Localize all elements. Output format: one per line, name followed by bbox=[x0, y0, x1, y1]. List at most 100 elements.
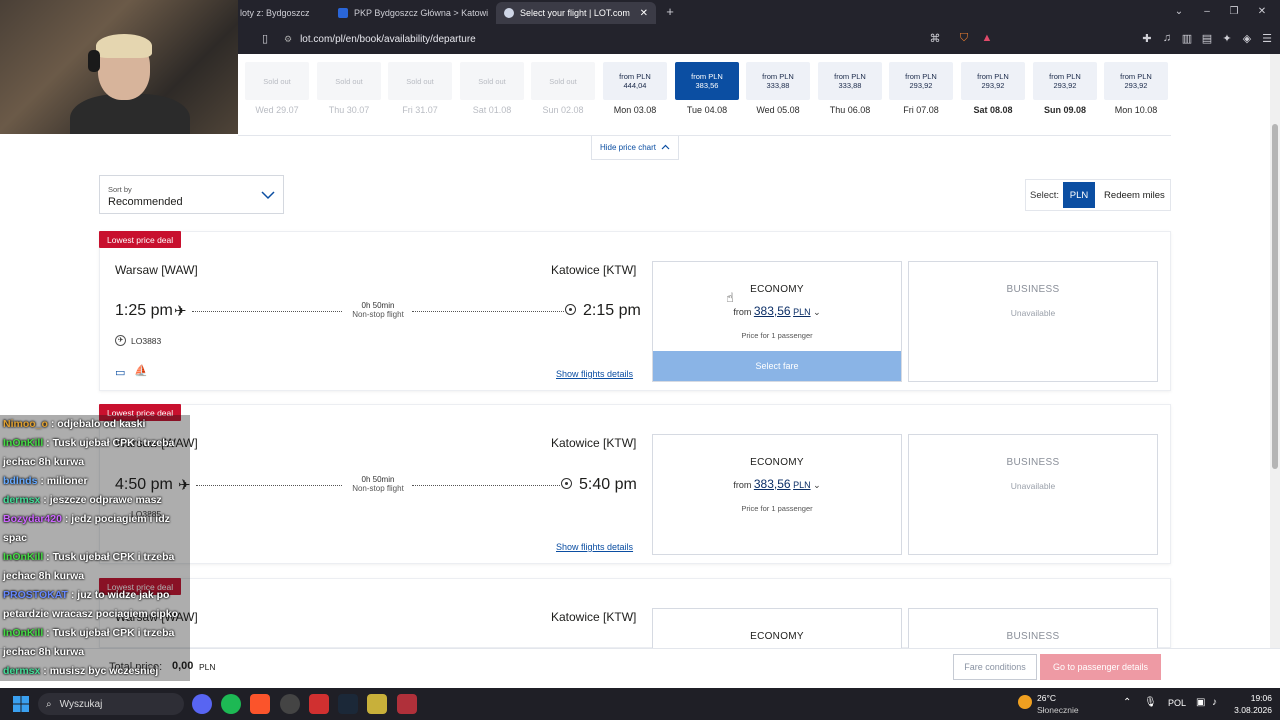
site-settings-icon[interactable]: ⚙ bbox=[284, 34, 292, 45]
extensions-icon[interactable]: ✚ bbox=[1140, 32, 1154, 45]
show-flight-details-link[interactable]: Show flights details bbox=[556, 542, 633, 552]
discord-icon[interactable] bbox=[192, 694, 212, 714]
clock-date[interactable]: 3.08.2026 bbox=[1222, 705, 1272, 715]
weather-sun-icon[interactable] bbox=[1018, 695, 1032, 709]
date-price-cell[interactable]: from PLN 333,88 bbox=[746, 62, 810, 100]
total-price-currency: PLN bbox=[199, 662, 216, 672]
pln-toggle[interactable]: PLN bbox=[1063, 182, 1096, 208]
redeem-miles-toggle[interactable]: Redeem miles bbox=[1104, 190, 1165, 201]
media-icon[interactable]: ♫ bbox=[1160, 32, 1174, 44]
webcam-person-body bbox=[70, 94, 190, 134]
tab-label: Select your flight | LOT.com bbox=[520, 8, 630, 18]
date-price-cell[interactable]: from PLN 444,04 bbox=[603, 62, 667, 100]
maximize-icon[interactable]: ❐ bbox=[1226, 6, 1242, 17]
date-price: 293,92 bbox=[1124, 81, 1148, 90]
brave-shield-icon[interactable]: ⛉ bbox=[957, 32, 971, 45]
leo-icon[interactable]: ✦ bbox=[1220, 32, 1234, 45]
date-price: 444,04 bbox=[623, 81, 647, 90]
network-icon[interactable]: ▣ bbox=[1196, 697, 1205, 708]
minimize-icon[interactable]: – bbox=[1199, 6, 1215, 17]
url-text[interactable]: lot.com/pl/en/book/availability/departur… bbox=[300, 34, 476, 45]
chat-message: bdlnds : milioner bbox=[0, 472, 190, 491]
chat-message: Bozydar420 : jedz pociagiem i idz spac bbox=[0, 510, 190, 548]
tab-lot-active[interactable]: Select your flight | LOT.com ✕ bbox=[496, 2, 656, 24]
currency-code: PLN bbox=[793, 307, 811, 317]
fare-price[interactable]: from 383,56 PLN ⌄ bbox=[653, 477, 901, 491]
windows-start-icon[interactable] bbox=[13, 696, 29, 712]
fare-price[interactable]: from 383,56 PLN ⌄ bbox=[653, 304, 901, 318]
date-price-cell[interactable]: from PLN 293,92 bbox=[1033, 62, 1097, 100]
fare-conditions-button[interactable]: Fare conditions bbox=[953, 654, 1037, 680]
hide-price-chart-button[interactable]: Hide price chart bbox=[591, 136, 679, 160]
chat-text: : odjebalo od kaski bbox=[47, 418, 146, 430]
select-fare-button[interactable]: Select fare bbox=[653, 351, 901, 381]
chat-username: bdlnds bbox=[3, 475, 38, 487]
close-tab-icon[interactable]: ✕ bbox=[640, 8, 648, 19]
business-fare-card: BUSINESS Unavailable bbox=[908, 434, 1158, 555]
business-fare-card: BUSINESS Unavailable bbox=[908, 261, 1158, 382]
app-red-icon[interactable] bbox=[309, 694, 329, 714]
volume-icon[interactable]: ♪ bbox=[1212, 697, 1217, 708]
brave-icon[interactable] bbox=[250, 694, 270, 714]
scrollbar-thumb[interactable] bbox=[1272, 124, 1278, 469]
date-price-cell[interactable]: from PLN 333,88 bbox=[818, 62, 882, 100]
taskbar-search[interactable]: ⌕ Wyszukaj bbox=[38, 693, 184, 715]
microphone-icon[interactable]: 🎙 bbox=[1144, 697, 1157, 708]
tab-list-icon[interactable]: ⌄ bbox=[1171, 6, 1187, 17]
steam-icon[interactable] bbox=[338, 694, 358, 714]
flight-number: LO3883 bbox=[131, 336, 162, 346]
tab-label: PKP Bydgoszcz Główna > Katowice bbox=[354, 8, 488, 18]
economy-fare-card[interactable]: ECONOMY bbox=[652, 608, 902, 648]
price-per-passenger: Price for 1 passenger bbox=[741, 504, 813, 513]
economy-fare-card[interactable]: ECONOMY from 383,56 PLN ⌄ Price for 1 pa… bbox=[652, 261, 902, 382]
close-window-icon[interactable]: ✕ bbox=[1254, 6, 1270, 17]
lot-logo-icon: ✈ bbox=[115, 335, 126, 346]
booking-summary-bar: Total price: 0,00 PLN Fare conditions Go… bbox=[0, 648, 1280, 688]
weather-description: Słonecznie bbox=[1037, 705, 1079, 715]
seat-icon: ⛵ bbox=[134, 365, 148, 377]
chat-username: Bozydar420 bbox=[3, 513, 62, 525]
date-price: 333,88 bbox=[766, 81, 790, 90]
tray-chevron-icon[interactable]: ⌃ bbox=[1123, 697, 1131, 708]
economy-fare-card[interactable]: ECONOMY from 383,56 PLN ⌄ Price for 1 pa… bbox=[652, 434, 902, 555]
chat-username: PROSTOKAT bbox=[3, 589, 68, 601]
vpn-icon[interactable]: ◈ bbox=[1240, 32, 1254, 45]
date-label: Sat 08.08 bbox=[973, 105, 1013, 115]
app-x-icon[interactable] bbox=[397, 694, 417, 714]
go-to-passenger-details-button[interactable]: Go to passenger details bbox=[1040, 654, 1161, 680]
tab-pkp[interactable]: PKP Bydgoszcz Główna > Katowice bbox=[338, 4, 488, 22]
lowest-price-badge: Lowest price deal bbox=[99, 231, 182, 248]
tab-flights-bydgoszcz[interactable]: loty z: Bydgoszcz bbox=[240, 4, 330, 22]
sort-dropdown[interactable]: Sort by Recommended bbox=[99, 175, 284, 214]
rewards-icon[interactable]: ▲ bbox=[980, 32, 994, 44]
sidebar-icon[interactable]: ▥ bbox=[1180, 32, 1194, 45]
wallet-icon[interactable]: ▤ bbox=[1200, 32, 1214, 45]
menu-icon[interactable]: ☰ bbox=[1260, 32, 1274, 45]
date-price: 333,88 bbox=[838, 81, 862, 90]
app-yellow-icon[interactable] bbox=[367, 694, 387, 714]
chrome-icon[interactable] bbox=[280, 694, 300, 714]
fare-unavailable: Unavailable bbox=[1010, 481, 1056, 491]
new-tab-button[interactable]: + bbox=[662, 4, 678, 19]
translate-icon[interactable]: ⌘ bbox=[928, 32, 942, 45]
clock-time[interactable]: 19:06 bbox=[1232, 693, 1272, 703]
price-value: 383,56 bbox=[753, 304, 791, 318]
chevron-down-icon bbox=[261, 188, 275, 202]
date-price-cell[interactable]: from PLN 293,92 bbox=[961, 62, 1025, 100]
spotify-icon[interactable] bbox=[221, 694, 241, 714]
stream-chat-overlay: Nimoo_o : odjebalo od kaski InOnKill : Tu… bbox=[0, 415, 190, 688]
date-price-cell[interactable]: from PLN 383,56 bbox=[675, 62, 739, 100]
date-price-cell[interactable]: from PLN 293,92 bbox=[889, 62, 953, 100]
date-label: Wed 05.08 bbox=[756, 105, 800, 115]
show-flight-details-link[interactable]: Show flights details bbox=[556, 369, 633, 379]
date-price: Sold out bbox=[263, 76, 291, 86]
chat-text: : jeszcze odprawe masz bbox=[40, 494, 162, 506]
page-scrollbar[interactable] bbox=[1270, 54, 1280, 648]
language-indicator[interactable]: POL bbox=[1168, 698, 1186, 708]
price-value: 383,56 bbox=[753, 477, 791, 491]
date-price-cell[interactable]: from PLN 293,92 bbox=[1104, 62, 1168, 100]
weather-temperature: 26°C bbox=[1037, 693, 1056, 703]
chevron-down-icon: ⌄ bbox=[813, 307, 821, 317]
currency-label: Select: bbox=[1030, 189, 1060, 201]
address-bar[interactable]: ⚙ lot.com/pl/en/book/availability/depart… bbox=[240, 28, 1000, 50]
